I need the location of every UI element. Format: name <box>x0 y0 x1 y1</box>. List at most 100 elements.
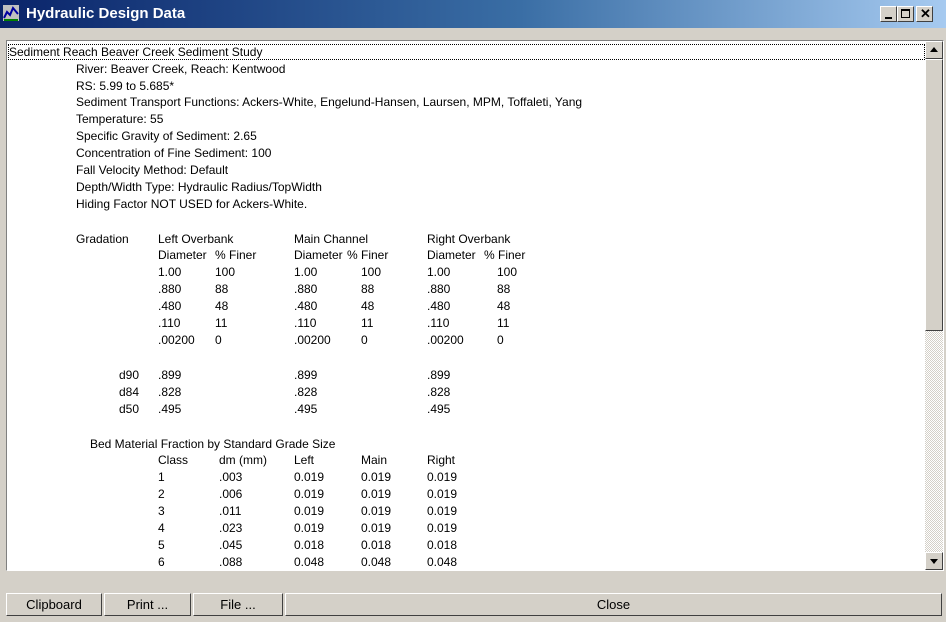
header-dm: dm (mm) <box>219 453 267 467</box>
table-cell: 11 <box>497 316 510 330</box>
table-cell: .00200 <box>427 333 464 347</box>
fine-sediment-line: Concentration of Fine Sediment: 100 <box>76 146 272 160</box>
close-window-button[interactable]: ✕ <box>916 6 933 22</box>
minimize-icon <box>885 17 892 19</box>
maximize-button[interactable] <box>897 6 914 22</box>
print-button[interactable]: Print ... <box>104 593 191 616</box>
table-cell: .880 <box>294 282 318 296</box>
table-cell: .480 <box>427 299 451 313</box>
table-cell: 11 <box>215 316 228 330</box>
table-cell: 1.00 <box>294 265 318 279</box>
table-cell: 100 <box>215 265 236 279</box>
table-cell: 0.048 <box>427 555 458 569</box>
header-class: Class <box>158 453 189 467</box>
table-cell: 0.019 <box>361 487 392 501</box>
table-cell: 0.019 <box>361 521 392 535</box>
table-cell: .088 <box>219 555 243 569</box>
table-cell: .899 <box>158 368 182 382</box>
table-cell: 0.018 <box>294 538 325 552</box>
minimize-button[interactable] <box>880 6 897 22</box>
table-cell: 100 <box>497 265 518 279</box>
subheader-diameter: Diameter <box>294 248 343 262</box>
scroll-up-arrow-icon <box>930 47 938 52</box>
table-cell: 0 <box>361 333 368 347</box>
table-cell: 4 <box>158 521 165 535</box>
table-cell: .110 <box>294 316 317 330</box>
scroll-down-arrow-icon <box>930 559 938 564</box>
table-cell: .480 <box>294 299 318 313</box>
table-cell: 0.018 <box>427 538 458 552</box>
table-cell: 2 <box>158 487 165 501</box>
subheader-finer: % Finer <box>484 248 526 262</box>
table-cell: 88 <box>215 282 229 296</box>
table-cell: .828 <box>427 385 451 399</box>
table-cell: .828 <box>294 385 318 399</box>
table-cell: 0.019 <box>361 470 392 484</box>
group-left-overbank: Left Overbank <box>158 232 234 246</box>
subheader-finer: % Finer <box>215 248 257 262</box>
subheader-finer: % Finer <box>347 248 389 262</box>
percentile-label: d50 <box>119 402 140 416</box>
percentile-label: d84 <box>119 385 140 399</box>
scroll-thumb[interactable] <box>925 59 943 331</box>
transport-functions-line: Sediment Transport Functions: Ackers-Whi… <box>76 95 583 109</box>
table-cell: 1.00 <box>158 265 182 279</box>
table-cell: .00200 <box>158 333 195 347</box>
river-reach-line: River: Beaver Creek, Reach: Kentwood <box>76 62 286 76</box>
maximize-icon <box>901 9 910 18</box>
table-cell: .495 <box>294 402 318 416</box>
scroll-up-button[interactable] <box>925 41 943 59</box>
table-cell: 6 <box>158 555 165 569</box>
table-cell: .110 <box>427 316 450 330</box>
table-cell: .495 <box>158 402 182 416</box>
clipboard-button[interactable]: Clipboard <box>6 593 102 616</box>
fall-velocity-line: Fall Velocity Method: Default <box>76 163 229 177</box>
table-cell: 48 <box>215 299 229 313</box>
table-cell: 0.019 <box>294 470 325 484</box>
close-icon: ✕ <box>920 6 931 21</box>
scroll-down-button[interactable] <box>925 552 943 570</box>
table-cell: 1.00 <box>427 265 451 279</box>
table-cell: .899 <box>427 368 451 382</box>
table-cell: 0.019 <box>427 521 458 535</box>
hydraulic-app-icon[interactable] <box>3 5 19 21</box>
vertical-scrollbar[interactable] <box>925 41 943 570</box>
table-cell: 48 <box>361 299 375 313</box>
table-cell: 100 <box>361 265 382 279</box>
table-cell: 0.019 <box>427 504 458 518</box>
table-cell: .045 <box>219 538 243 552</box>
table-cell: 0 <box>215 333 222 347</box>
subheader-diameter: Diameter <box>158 248 207 262</box>
table-cell: .110 <box>158 316 181 330</box>
gradation-label: Gradation <box>76 232 129 246</box>
table-cell: .023 <box>219 521 243 535</box>
depth-width-line: Depth/Width Type: Hydraulic Radius/TopWi… <box>76 180 322 194</box>
table-cell: .00200 <box>294 333 331 347</box>
table-cell: 3 <box>158 504 165 518</box>
table-cell: 0.048 <box>294 555 325 569</box>
table-cell: 88 <box>497 282 511 296</box>
table-cell: 48 <box>497 299 511 313</box>
header-left: Left <box>294 453 315 467</box>
table-cell: .899 <box>294 368 318 382</box>
file-button[interactable]: File ... <box>193 593 283 616</box>
close-button[interactable]: Close <box>285 593 942 616</box>
subheader-diameter: Diameter <box>427 248 476 262</box>
report-panel: Sediment Reach Beaver Creek Sediment Stu… <box>6 40 944 571</box>
group-main-channel: Main Channel <box>294 232 369 246</box>
table-cell: 0.019 <box>294 521 325 535</box>
bed-material-title: Bed Material Fraction by Standard Grade … <box>90 437 336 451</box>
table-cell: 0.019 <box>294 487 325 501</box>
percentile-label: d90 <box>119 368 140 382</box>
table-cell: 11 <box>361 316 374 330</box>
table-cell: .880 <box>158 282 182 296</box>
window-title: Hydraulic Design Data <box>26 5 186 22</box>
table-cell: .003 <box>219 470 243 484</box>
group-right-overbank: Right Overbank <box>427 232 511 246</box>
report-title: Sediment Reach Beaver Creek Sediment Stu… <box>8 44 925 60</box>
table-cell: 88 <box>361 282 375 296</box>
title-bar[interactable]: Hydraulic Design Data ✕ <box>0 0 946 28</box>
header-right: Right <box>427 453 456 467</box>
report-text-view[interactable]: Sediment Reach Beaver Creek Sediment Stu… <box>7 41 925 570</box>
temperature-line: Temperature: 55 <box>76 112 164 126</box>
